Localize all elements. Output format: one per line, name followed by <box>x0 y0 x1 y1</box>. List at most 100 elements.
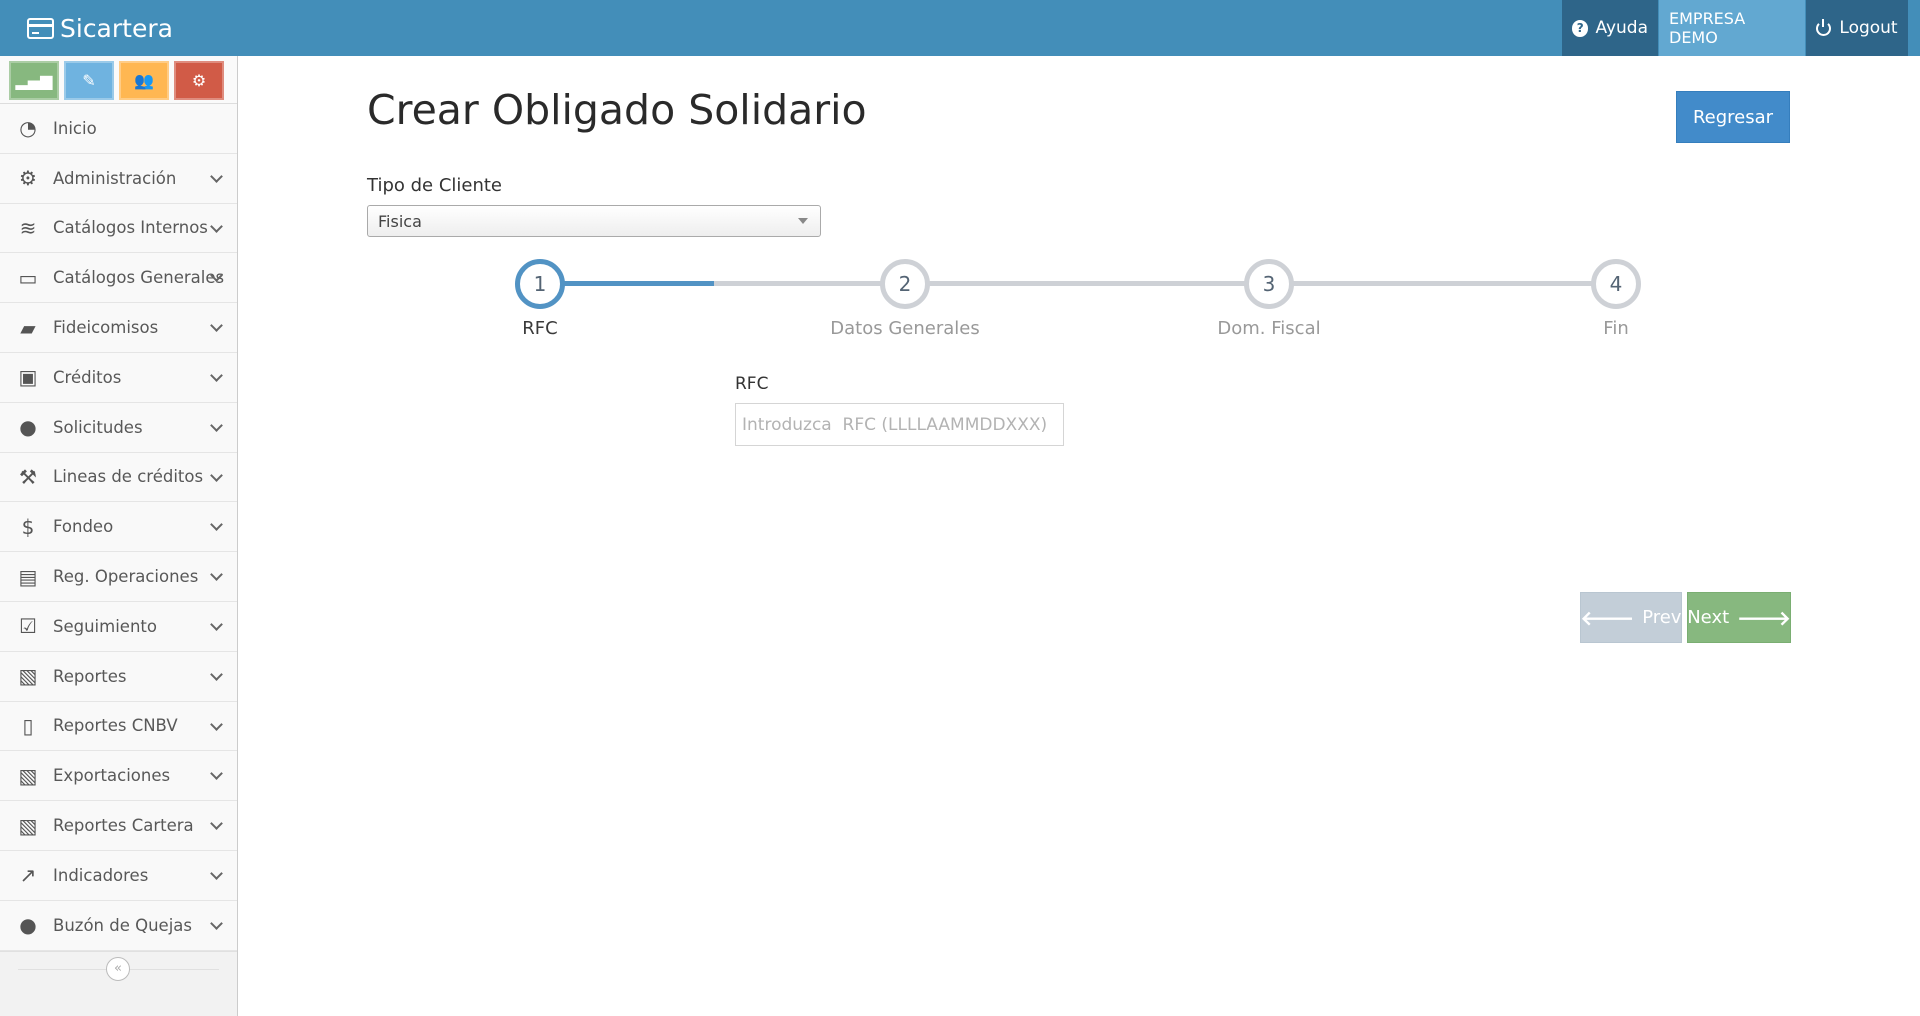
navbar-right: ? Ayuda EMPRESA DEMO Logout <box>1562 0 1908 56</box>
step-2-title: Datos Generales <box>830 318 980 339</box>
step-track-line <box>714 281 1616 286</box>
company-label: EMPRESA DEMO <box>1669 9 1746 47</box>
sidebar-item-label: Créditos <box>53 367 122 387</box>
chevron-down-icon <box>210 618 223 631</box>
company-button[interactable]: EMPRESA DEMO <box>1659 0 1805 56</box>
step-1-number: 1 <box>533 272 547 296</box>
gavel-icon: ⚒ <box>19 464 37 489</box>
back-button[interactable]: Regresar <box>1676 91 1790 143</box>
chevron-down-icon <box>210 369 223 382</box>
comment-icon: ● <box>19 913 37 938</box>
step-2-number: 2 <box>898 272 912 296</box>
sidebar-item-label: Catálogos Generales <box>53 268 225 288</box>
sidebar: ▂▄▆ ✎ 👥 ⚙ ◔ Inicio ⚙ Administración ≋ Catálogos … <box>0 56 238 1016</box>
sidebar-item-administracion[interactable]: ⚙ Administración <box>0 153 237 204</box>
sidebar-item-reg-operaciones[interactable]: ▤ Reg. Operaciones <box>0 552 237 602</box>
user-icon: ● <box>19 415 37 440</box>
sidebar-item-exportaciones[interactable]: ▧ Exportaciones <box>0 751 237 802</box>
sidebar-item-label: Reportes Cartera <box>53 816 194 836</box>
sidebar-menu: ◔ Inicio ⚙ Administración ≋ Catálogos Interno… <box>0 104 237 951</box>
file-icon: ▯ <box>22 713 34 738</box>
top-navbar: Sicartera ? Ayuda EMPRESA DEMO Logout <box>0 0 1920 56</box>
check-square-icon: ☑ <box>19 614 37 639</box>
step-3-circle: 3 <box>1244 259 1294 309</box>
file-excel-icon: ▧ <box>18 813 38 838</box>
chevron-down-icon <box>210 667 223 681</box>
sidebar-item-reportes-cartera[interactable]: ▧ Reportes Cartera <box>0 801 237 851</box>
arrow-right-icon: 🡒 <box>1737 605 1791 630</box>
step-2-circle: 2 <box>880 259 930 309</box>
rfc-input[interactable] <box>735 403 1064 446</box>
sidebar-item-creditos[interactable]: ▣ Créditos <box>0 352 237 403</box>
sidebar-item-buzon-de-quejas[interactable]: ● Buzón de Quejas <box>0 900 237 951</box>
client-type-value: Fisica <box>378 211 422 231</box>
sidebar-item-lineas-de-creditos[interactable]: ⚒ Lineas de créditos <box>0 452 237 503</box>
dashboard-icon: ◔ <box>19 116 37 141</box>
sidebar-item-label: Inicio <box>53 118 97 138</box>
sidebar-item-catalogos-generales[interactable]: ▭ Catálogos Generales <box>0 253 237 304</box>
shortcut-stats-button[interactable]: ▂▄▆ <box>9 61 59 100</box>
chevron-down-icon <box>210 468 223 482</box>
sidebar-item-label: Buzón de Quejas <box>53 915 192 935</box>
logout-button[interactable]: Logout <box>1806 0 1908 56</box>
sidebar-item-fideicomisos[interactable]: ▰ Fideicomisos <box>0 303 237 353</box>
client-type-label: Tipo de Cliente <box>367 175 503 196</box>
step-3-title: Dom. Fiscal <box>1217 318 1321 339</box>
database-icon: ≋ <box>19 215 37 240</box>
stats-icon: ▂▄▆ <box>15 71 53 90</box>
sidebar-item-label: Reportes <box>53 666 127 686</box>
chevron-down-icon <box>210 767 223 781</box>
sidebar-item-fondeo[interactable]: $ Fondeo <box>0 502 237 553</box>
prev-button[interactable]: 🡐 Prev <box>1580 592 1682 643</box>
chevron-down-icon <box>210 418 223 432</box>
help-button[interactable]: ? Ayuda <box>1562 0 1658 56</box>
double-angle-left-icon: « <box>114 961 122 977</box>
file-excel-icon: ▧ <box>18 664 38 689</box>
arrow-left-icon: 🡐 <box>1580 605 1635 630</box>
collapse-sidebar-button[interactable]: « <box>106 956 130 981</box>
chevron-down-icon <box>210 817 223 831</box>
sidebar-item-label: Reg. Operaciones <box>53 567 199 587</box>
sidebar-shortcuts: ▂▄▆ ✎ 👥 ⚙ <box>0 56 237 104</box>
sidebar-item-label: Fideicomisos <box>53 318 159 338</box>
power-icon <box>1816 18 1832 36</box>
pencil-icon: ✎ <box>82 71 96 90</box>
chevron-down-icon <box>210 319 223 333</box>
shortcut-users-button[interactable]: 👥 <box>119 61 169 100</box>
sidebar-item-reportes-cnbv[interactable]: ▯ Reportes CNBV <box>0 701 237 752</box>
sidebar-item-reportes[interactable]: ▧ Reportes <box>0 651 237 702</box>
sidebar-item-seguimiento[interactable]: ☑ Seguimiento <box>0 601 237 652</box>
next-button[interactable]: Next 🡒 <box>1687 592 1791 643</box>
sidebar-item-label: Indicadores <box>53 865 149 885</box>
help-label: Ayuda <box>1595 18 1648 38</box>
client-type-select[interactable]: Fisica <box>367 205 821 237</box>
line-chart-icon: ↗ <box>19 863 37 888</box>
chevron-down-icon <box>210 518 223 532</box>
step-4-circle: 4 <box>1591 259 1641 309</box>
rfc-label: RFC <box>735 374 769 394</box>
step-1-title: RFC <box>522 318 558 339</box>
sidebar-item-label: Fondeo <box>53 517 114 537</box>
sidebar-item-label: Seguimiento <box>53 616 157 636</box>
step-4-title: Fin <box>1603 318 1629 339</box>
sidebar-item-solicitudes[interactable]: ● Solicitudes <box>0 402 237 453</box>
shortcut-pencil-button[interactable]: ✎ <box>64 61 114 100</box>
step-3-number: 3 <box>1262 272 1276 296</box>
shortcut-cogs-button[interactable]: ⚙ <box>174 61 224 100</box>
brand-link[interactable]: Sicartera <box>27 0 173 56</box>
step-progress-line <box>540 281 714 286</box>
chevron-down-icon <box>210 169 223 183</box>
sidebar-item-label: Lineas de créditos <box>53 467 204 487</box>
sidebar-item-label: Exportaciones <box>53 766 171 786</box>
sidebar-item-label: Reportes CNBV <box>53 716 178 736</box>
sidebar-item-catalogos-internos[interactable]: ≋ Catálogos Internos <box>0 203 237 254</box>
sidebar-item-indicadores[interactable]: ↗ Indicadores <box>0 850 237 901</box>
prev-label: Prev <box>1642 607 1682 628</box>
sidebar-item-label: Solicitudes <box>53 417 143 437</box>
sidebar-item-label: Catálogos Internos <box>53 218 208 238</box>
logout-label: Logout <box>1839 18 1898 38</box>
file-text-icon: ▤ <box>18 564 38 589</box>
next-label: Next <box>1687 607 1730 628</box>
dollar-icon: $ <box>21 514 35 539</box>
sidebar-item-inicio[interactable]: ◔ Inicio <box>0 104 237 154</box>
